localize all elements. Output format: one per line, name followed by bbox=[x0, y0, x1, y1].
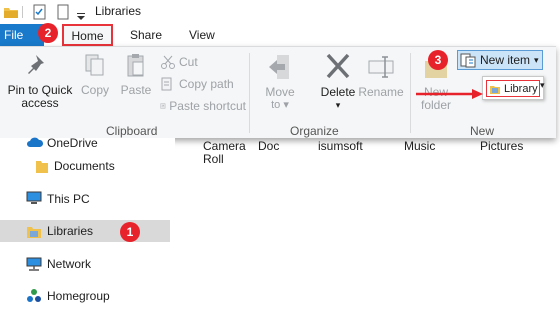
content-item-label: Pictures bbox=[480, 139, 524, 153]
group-separator bbox=[249, 53, 250, 133]
library-icon bbox=[490, 85, 500, 94]
delete-dropdown-arrow-icon[interactable]: ▾ bbox=[316, 99, 360, 112]
move-to-label-line-1: Move bbox=[265, 85, 295, 99]
properties-icon[interactable] bbox=[33, 4, 47, 20]
folder-icon bbox=[4, 8, 18, 18]
network-icon bbox=[26, 257, 42, 271]
nav-item-documents[interactable]: Documents bbox=[8, 155, 178, 177]
new-group-label: New bbox=[470, 124, 495, 138]
content-item-label: Music bbox=[404, 139, 436, 153]
new-item-dropdown-arrow-icon: ▾ bbox=[534, 54, 539, 65]
nav-item-onedrive[interactable]: OneDrive bbox=[0, 132, 170, 154]
move-to-label-text: to bbox=[271, 99, 281, 111]
copy-icon bbox=[85, 54, 104, 76]
new-folder-quick-icon[interactable] bbox=[57, 4, 69, 20]
nav-item-label: Libraries bbox=[47, 224, 94, 238]
annotation-arrow-icon bbox=[416, 89, 483, 99]
organize-group-label: Organize bbox=[290, 124, 339, 138]
move-to-icon bbox=[269, 55, 289, 79]
computer-icon bbox=[26, 191, 42, 204]
delete-label: Delete bbox=[320, 85, 356, 99]
step-badge-1: 1 bbox=[120, 222, 140, 242]
copy-path-icon bbox=[161, 77, 172, 91]
title-bar: Libraries bbox=[0, 0, 560, 24]
content-item-camera-roll[interactable]: Camera Roll bbox=[203, 140, 246, 166]
content-item-isumsoft[interactable]: isumsoft bbox=[318, 140, 363, 153]
paste-label: Paste bbox=[120, 83, 152, 97]
menu-item-library[interactable]: Library bbox=[486, 80, 540, 97]
paste-shortcut-label: Paste shortcut bbox=[169, 99, 246, 113]
libraries-icon bbox=[27, 227, 41, 238]
paste-shortcut-button[interactable]: Paste shortcut bbox=[160, 99, 246, 113]
nav-item-homegroup[interactable]: Homegroup bbox=[0, 285, 170, 307]
paste-icon bbox=[127, 54, 144, 77]
group-separator bbox=[410, 53, 411, 133]
paste-button[interactable]: Paste bbox=[118, 51, 154, 97]
nav-item-this-pc[interactable]: This PC bbox=[0, 188, 170, 210]
content-item-doc[interactable]: Doc bbox=[258, 140, 279, 153]
new-folder-label-line-2: folder bbox=[420, 98, 452, 112]
scissors-icon bbox=[161, 55, 175, 69]
move-to-label-line-2: to ▾ bbox=[271, 99, 289, 111]
quick-access-separator bbox=[22, 6, 23, 18]
pin-to-quick-access-button[interactable]: Pin to Quick access bbox=[6, 51, 74, 110]
step-badge-2: 2 bbox=[38, 23, 58, 43]
copy-label: Copy bbox=[80, 83, 109, 97]
content-item-music[interactable]: Music bbox=[404, 140, 435, 153]
nav-item-label: OneDrive bbox=[47, 136, 98, 150]
rename-label: Rename bbox=[358, 85, 404, 99]
homegroup-icon bbox=[27, 289, 41, 302]
tab-view[interactable]: View bbox=[189, 24, 215, 46]
pin-label-line-2: access bbox=[21, 96, 59, 110]
new-item-button[interactable]: New item ▾ bbox=[457, 50, 543, 70]
delete-x-icon bbox=[326, 53, 350, 79]
new-item-dropdown-menu: Library bbox=[482, 76, 544, 100]
rename-button[interactable]: Rename bbox=[358, 51, 404, 99]
folder-icon bbox=[36, 161, 48, 173]
cut-button[interactable]: Cut bbox=[160, 55, 198, 69]
move-to-button[interactable]: Move to ▾ bbox=[260, 51, 300, 112]
cut-label: Cut bbox=[179, 55, 198, 69]
content-item-label: Doc bbox=[258, 139, 280, 153]
nav-item-network[interactable]: Network bbox=[0, 253, 170, 275]
menu-item-library-label: Library bbox=[504, 82, 538, 95]
tab-home[interactable]: Home bbox=[62, 24, 113, 46]
paste-shortcut-icon bbox=[160, 103, 166, 109]
copy-button[interactable]: Copy bbox=[78, 51, 112, 97]
tab-share[interactable]: Share bbox=[130, 24, 162, 46]
content-item-label: isumsoft bbox=[318, 139, 363, 153]
copy-path-label: Copy path bbox=[179, 77, 234, 91]
rename-icon bbox=[368, 56, 394, 78]
nav-item-label: Network bbox=[47, 257, 92, 271]
window-title: Libraries bbox=[95, 4, 142, 18]
pin-icon bbox=[28, 55, 44, 74]
new-item-icon bbox=[460, 53, 476, 68]
copy-path-button[interactable]: Copy path bbox=[160, 77, 234, 91]
delete-button[interactable]: Delete ▾ bbox=[316, 51, 360, 112]
onedrive-cloud-icon bbox=[27, 137, 44, 147]
step-badge-3: 3 bbox=[428, 50, 448, 70]
customize-quick-access-chevron-icon[interactable] bbox=[77, 9, 85, 25]
nav-item-libraries[interactable]: Libraries bbox=[0, 220, 170, 242]
new-item-label: New item bbox=[480, 53, 531, 67]
content-item-pictures[interactable]: Pictures bbox=[480, 140, 523, 153]
nav-item-label: Homegroup bbox=[47, 289, 110, 303]
nav-item-label: This PC bbox=[47, 192, 90, 206]
content-item-label-line-2: Roll bbox=[203, 152, 224, 166]
nav-item-label: Documents bbox=[54, 159, 115, 173]
dropdown-arrow-icon[interactable]: ▾ bbox=[540, 80, 545, 91]
